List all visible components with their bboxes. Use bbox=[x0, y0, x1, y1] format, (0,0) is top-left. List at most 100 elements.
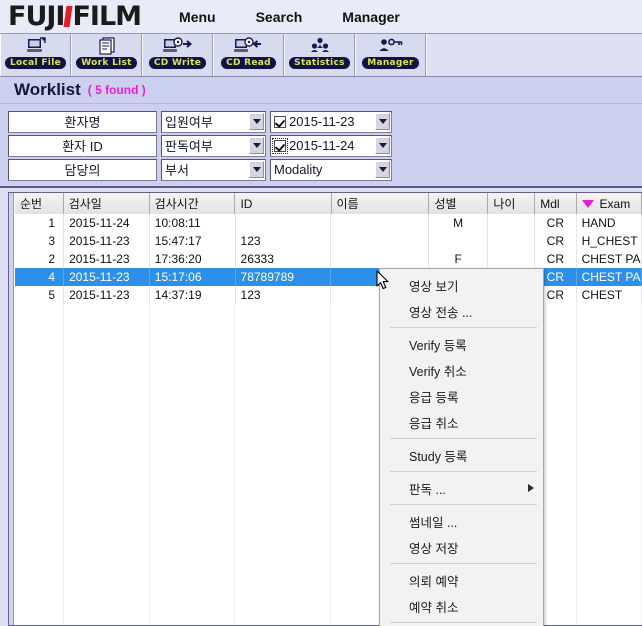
table-header-6[interactable]: 성별 bbox=[429, 193, 489, 214]
context-menu-item[interactable]: Verify 등록 bbox=[380, 331, 543, 357]
chevron-down-icon[interactable] bbox=[375, 161, 390, 178]
report-status-select[interactable]: 판독여부 bbox=[161, 134, 266, 157]
admission-status-select[interactable]: 입원여부 bbox=[161, 110, 266, 133]
table-cell-empty bbox=[150, 466, 236, 484]
context-menu-item[interactable]: 영상 저장 bbox=[380, 534, 543, 560]
date-to-checkbox[interactable] bbox=[272, 137, 288, 154]
logo-text-left: FUJI bbox=[8, 1, 65, 32]
table-body: 1 2015-11-24 10:08:11 M CR HAND 3 2015-11-23 15:… bbox=[15, 214, 642, 625]
menu-item-manager[interactable]: Manager bbox=[342, 9, 400, 25]
table-row[interactable]: 3 2015-11-23 15:47:17 123 CR H_CHEST bbox=[15, 232, 642, 250]
table-cell: CHEST bbox=[577, 286, 642, 304]
context-menu-item-label: 판독 ... bbox=[409, 482, 446, 497]
table-header-label: 순번 bbox=[20, 197, 43, 211]
table-header-5[interactable]: 이름 bbox=[331, 193, 430, 214]
date-from-field[interactable]: 2015-11-23 bbox=[270, 110, 392, 133]
department-select[interactable]: 부서 bbox=[161, 158, 266, 181]
context-menu-item[interactable]: 썸네일 ... bbox=[380, 508, 543, 534]
toolbar-label-manager: Manager bbox=[362, 57, 419, 69]
worklist-application: FUJI FILM Menu Search Manager Local File bbox=[0, 0, 642, 626]
modality-select[interactable]: Modality bbox=[270, 158, 392, 181]
toolbar-button-local-file[interactable]: Local File bbox=[0, 34, 71, 76]
context-menu-item[interactable]: 예약 취소 bbox=[380, 593, 543, 619]
date-to-field[interactable]: 2015-11-24 bbox=[270, 134, 392, 157]
table-row[interactable]: 42015-11-2315:17:0678789789MCRCHEST PA bbox=[15, 268, 642, 286]
context-menu-item[interactable]: 의뢰 예약 bbox=[380, 567, 543, 593]
table-cell-empty bbox=[15, 340, 64, 358]
doctor-field[interactable]: 담당의 bbox=[8, 158, 157, 181]
table-cell-empty bbox=[577, 394, 642, 412]
table-cell-empty bbox=[235, 484, 332, 502]
menu-item-menu[interactable]: Menu bbox=[179, 9, 216, 25]
table-cell-empty bbox=[15, 502, 64, 520]
toolbar-button-cd-write[interactable]: CD Write bbox=[142, 34, 213, 76]
context-menu-separator bbox=[390, 327, 537, 328]
table-header-1[interactable]: 순번 bbox=[15, 193, 64, 214]
date-from-checkbox[interactable] bbox=[274, 115, 286, 128]
toolbar-button-statistics[interactable]: Statistics bbox=[284, 34, 355, 76]
context-menu-item[interactable]: 응급 등록 bbox=[380, 383, 543, 409]
table-empty-row bbox=[15, 502, 642, 520]
table-cell-empty bbox=[64, 466, 150, 484]
context-menu-item-label: 썸네일 ... bbox=[409, 515, 458, 530]
context-menu-item[interactable]: Verify 취소 bbox=[380, 357, 543, 383]
toolbar-button-work-list[interactable]: Work List bbox=[71, 34, 142, 76]
table-cell-empty bbox=[235, 574, 332, 592]
table-row[interactable]: 1 2015-11-24 10:08:11 M CR HAND bbox=[15, 214, 642, 232]
table-cell: CR bbox=[535, 214, 577, 232]
table-cell bbox=[331, 250, 430, 268]
table-cell-empty bbox=[577, 574, 642, 592]
table-cell: 2015-11-23 bbox=[64, 250, 150, 268]
table-cell-empty bbox=[15, 430, 64, 448]
table-cell-empty bbox=[15, 520, 64, 538]
table-cell-empty bbox=[235, 376, 332, 394]
table-cell bbox=[488, 232, 536, 250]
chevron-down-icon[interactable] bbox=[249, 161, 264, 178]
table-row[interactable]: 2 2015-11-23 17:36:20 26333 F CR CHEST PA bbox=[15, 250, 642, 268]
table-header-2[interactable]: 검사일 bbox=[63, 193, 150, 214]
toolbar-filler bbox=[426, 34, 642, 76]
chevron-down-icon[interactable] bbox=[375, 137, 390, 154]
table-cell bbox=[488, 250, 536, 268]
table-header-7[interactable]: 나이 bbox=[488, 193, 536, 214]
table-header-4[interactable]: ID bbox=[235, 193, 332, 214]
chevron-down-icon[interactable] bbox=[375, 113, 390, 130]
table-empty-row bbox=[15, 322, 642, 340]
context-menu-item[interactable]: 영상 보기 bbox=[380, 272, 543, 298]
table-cell-empty bbox=[15, 574, 64, 592]
toolbar-label-local-file: Local File bbox=[5, 57, 66, 69]
context-menu-separator bbox=[390, 471, 537, 472]
table-cell-empty bbox=[15, 412, 64, 430]
patient-name-field[interactable]: 환자명 bbox=[8, 110, 157, 133]
context-menu-item[interactable]: 판독 ... bbox=[380, 475, 543, 501]
table-cell-empty bbox=[577, 448, 642, 466]
table-cell-empty bbox=[64, 592, 150, 610]
department-value: 부서 bbox=[165, 163, 189, 178]
table-header-8[interactable]: Mdl bbox=[535, 193, 577, 214]
table-cell-empty bbox=[15, 394, 64, 412]
context-menu-item[interactable]: 영상 전송 ... bbox=[380, 298, 543, 324]
chevron-down-icon[interactable] bbox=[249, 137, 264, 154]
table-cell-empty bbox=[235, 304, 332, 322]
table-cell-empty bbox=[577, 358, 642, 376]
table-cell-empty bbox=[15, 538, 64, 556]
menu-item-search[interactable]: Search bbox=[256, 9, 303, 25]
table-cell bbox=[488, 214, 536, 232]
context-menu-item[interactable]: 응급 취소 bbox=[380, 409, 543, 435]
table-cell-empty bbox=[15, 376, 64, 394]
patient-id-field[interactable]: 환자 ID bbox=[8, 134, 157, 157]
table-cell-empty bbox=[150, 322, 236, 340]
chevron-down-icon[interactable] bbox=[249, 113, 264, 130]
toolbar-button-cd-read[interactable]: CD Read bbox=[213, 34, 284, 76]
table-header-9[interactable]: Exam bbox=[576, 193, 642, 214]
toolbar-button-manager[interactable]: Manager bbox=[355, 34, 426, 76]
table-row[interactable]: 5 2015-11-23 14:37:19 123 CR CHEST bbox=[15, 286, 642, 304]
table-cell: 10:08:11 bbox=[150, 214, 236, 232]
table-cell: 4 bbox=[15, 268, 65, 286]
context-menu-item[interactable]: Study 등록 bbox=[380, 442, 543, 468]
table-cell-empty bbox=[64, 304, 150, 322]
table-cell: 17:36:20 bbox=[150, 250, 236, 268]
context-menu[interactable]: 영상 보기 영상 전송 ... Verify 등록 Verify 취소 응급 등록 응급 … bbox=[379, 268, 544, 626]
logo-text-right: FILM bbox=[72, 1, 142, 32]
table-header-3[interactable]: 검사시간 bbox=[149, 193, 236, 214]
